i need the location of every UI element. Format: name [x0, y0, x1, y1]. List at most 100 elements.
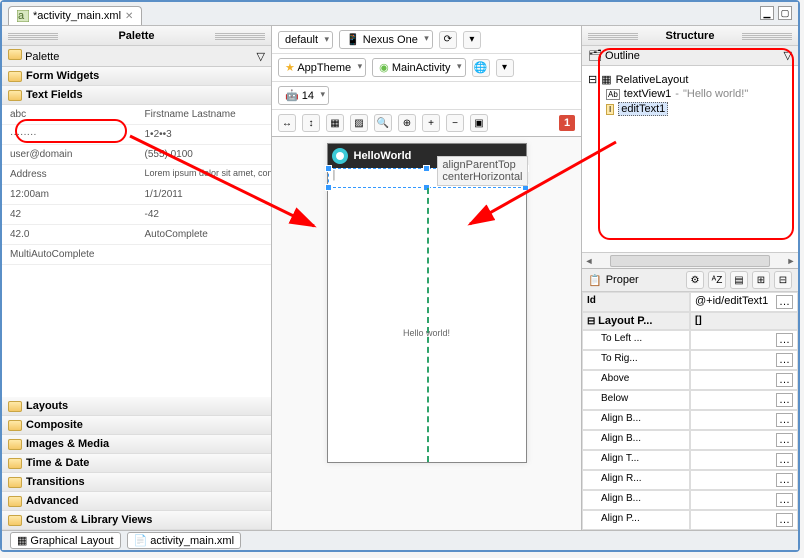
tf-number-decimal[interactable]: 42.0: [2, 225, 137, 245]
prop-row-label[interactable]: Align R...: [582, 470, 690, 490]
prop-row-value[interactable]: …: [690, 330, 798, 350]
ellipsis-button[interactable]: …: [776, 295, 793, 309]
tf-multi-autocomplete[interactable]: MultiAutoComplete: [2, 245, 137, 265]
prop-row-label[interactable]: Align B...: [582, 490, 690, 510]
prop-sort-button[interactable]: ᴬZ: [708, 271, 726, 289]
prop-row-value[interactable]: …: [690, 390, 798, 410]
prop-expand-button[interactable]: ⊞: [752, 271, 770, 289]
tf-password[interactable]: ········: [2, 125, 137, 145]
palette-folder-images[interactable]: Images & Media: [2, 435, 271, 454]
orientation-button[interactable]: ⟳: [439, 31, 457, 49]
zoom-100-button[interactable]: ⊕: [398, 114, 416, 132]
globe-icon: 🌐: [474, 61, 488, 74]
tab-xml-source[interactable]: 📄 activity_main.xml: [127, 532, 241, 549]
tf-autocomplete[interactable]: AutoComplete: [137, 225, 272, 245]
prop-row-label[interactable]: To Left ...: [582, 330, 690, 350]
minimize-button[interactable]: ▁: [760, 6, 774, 20]
xml-file-icon: a: [17, 10, 29, 22]
prop-row-value[interactable]: …: [690, 350, 798, 370]
prop-layout-params[interactable]: ⊟ Layout P...: [582, 312, 690, 330]
tf-pass-numeric[interactable]: 1•2••3: [137, 125, 272, 145]
tf-date[interactable]: 1/1/2011: [137, 185, 272, 205]
view-options-button[interactable]: ▾: [463, 31, 481, 49]
show-constraints-button[interactable]: ▦: [326, 114, 344, 132]
tf-address[interactable]: Address: [2, 165, 137, 185]
folder-icon: [8, 49, 22, 60]
palette-folder-form-widgets[interactable]: Form Widgets: [2, 67, 271, 86]
api-combo[interactable]: 🤖 14: [278, 86, 329, 105]
outline-node-textview[interactable]: Ab textView1 - "Hello world!": [588, 87, 792, 101]
prop-filter-button[interactable]: ⚙: [686, 271, 704, 289]
show-grid-button[interactable]: ▨: [350, 114, 368, 132]
lint-badge[interactable]: 1: [559, 115, 575, 131]
resize-handle[interactable]: [325, 184, 332, 191]
resize-handle[interactable]: [423, 165, 430, 172]
outline-node-edittext[interactable]: I editText1: [588, 101, 792, 117]
outline-tree: ⊟ ▦ RelativeLayout Ab textView1 - "Hello…: [582, 66, 798, 252]
edittext-icon: I: [606, 104, 614, 115]
theme-combo[interactable]: ★ AppTheme: [278, 58, 366, 77]
prop-row-value[interactable]: …: [690, 510, 798, 530]
tf-phone[interactable]: (555) 0100: [137, 145, 272, 165]
prop-id-value[interactable]: @+id/editText1 …: [690, 292, 798, 312]
tf-number[interactable]: 42: [2, 205, 137, 225]
prop-row-value[interactable]: …: [690, 410, 798, 430]
textview-icon: Ab: [606, 89, 620, 100]
prop-row-value[interactable]: …: [690, 430, 798, 450]
prop-collapse-button[interactable]: ⊟: [774, 271, 792, 289]
scroll-right-icon[interactable]: ►: [784, 256, 798, 266]
expand-icon[interactable]: ⊟: [588, 73, 597, 86]
palette-menu-chevron[interactable]: ▽: [257, 50, 265, 63]
palette-folder-text-fields[interactable]: Text Fields: [2, 86, 271, 105]
prop-row-label[interactable]: Above: [582, 370, 690, 390]
palette-folder-layouts[interactable]: Layouts: [2, 397, 271, 416]
tab-label: *activity_main.xml: [33, 10, 121, 22]
tf-number-signed[interactable]: -42: [137, 205, 272, 225]
hello-world-label: Hello world!: [328, 328, 526, 338]
toggle-fill-button[interactable]: ↔: [278, 114, 296, 132]
outline-node-root[interactable]: ⊟ ▦ RelativeLayout: [588, 72, 792, 87]
tf-plain[interactable]: abc: [2, 105, 137, 125]
android-icon: 🤖: [285, 90, 299, 102]
tf-multiline[interactable]: Lorem ipsum dolor sit amet, consectetur …: [137, 165, 272, 185]
config-combo[interactable]: default: [278, 31, 333, 49]
zoom-fit-button[interactable]: 🔍: [374, 114, 392, 132]
palette-folder-time-date[interactable]: Time & Date: [2, 454, 271, 473]
zoom-in-button[interactable]: +: [422, 114, 440, 132]
locale-button[interactable]: 🌐: [472, 59, 490, 77]
close-icon[interactable]: ✕: [125, 11, 133, 22]
create-button[interactable]: ▾: [496, 59, 514, 77]
palette-folder-composite[interactable]: Composite: [2, 416, 271, 435]
tf-time[interactable]: 12:00am: [2, 185, 137, 205]
tf-email[interactable]: user@domain: [2, 145, 137, 165]
activity-combo[interactable]: ◉ MainActivity: [372, 58, 465, 77]
tab-graphical-layout[interactable]: ▦ Graphical Layout: [10, 532, 121, 549]
palette-folder-transitions[interactable]: Transitions: [2, 473, 271, 492]
prop-group-button[interactable]: ▤: [730, 271, 748, 289]
zoom-out-button[interactable]: −: [446, 114, 464, 132]
prop-row-label[interactable]: Align T...: [582, 450, 690, 470]
emulate-button[interactable]: ▣: [470, 114, 488, 132]
prop-row-label[interactable]: Align B...: [582, 430, 690, 450]
prop-row-label[interactable]: Align B...: [582, 410, 690, 430]
scroll-thumb[interactable]: [610, 255, 770, 267]
scroll-left-icon[interactable]: ◄: [582, 256, 596, 266]
palette-folder-advanced[interactable]: Advanced: [2, 492, 271, 511]
prop-row-value[interactable]: …: [690, 470, 798, 490]
maximize-button[interactable]: ▢: [778, 6, 792, 20]
prop-row-value[interactable]: …: [690, 370, 798, 390]
layout-canvas[interactable]: HelloWorld | Hello world! alignPa: [272, 137, 581, 530]
toggle-wrap-button[interactable]: ↕: [302, 114, 320, 132]
outline-scrollbar[interactable]: ◄ ►: [582, 252, 798, 268]
resize-handle[interactable]: [325, 165, 332, 172]
outline-menu[interactable]: ▽: [784, 49, 792, 62]
prop-row-label[interactable]: Align P...: [582, 510, 690, 530]
device-combo[interactable]: 📱 Nexus One: [339, 30, 433, 49]
prop-row-label[interactable]: To Rig...: [582, 350, 690, 370]
tf-person-name[interactable]: Firstname Lastname: [137, 105, 272, 125]
prop-row-value[interactable]: …: [690, 490, 798, 510]
file-tab[interactable]: a *activity_main.xml ✕: [8, 6, 142, 25]
prop-row-label[interactable]: Below: [582, 390, 690, 410]
prop-row-value[interactable]: …: [690, 450, 798, 470]
palette-folder-custom[interactable]: Custom & Library Views: [2, 511, 271, 530]
